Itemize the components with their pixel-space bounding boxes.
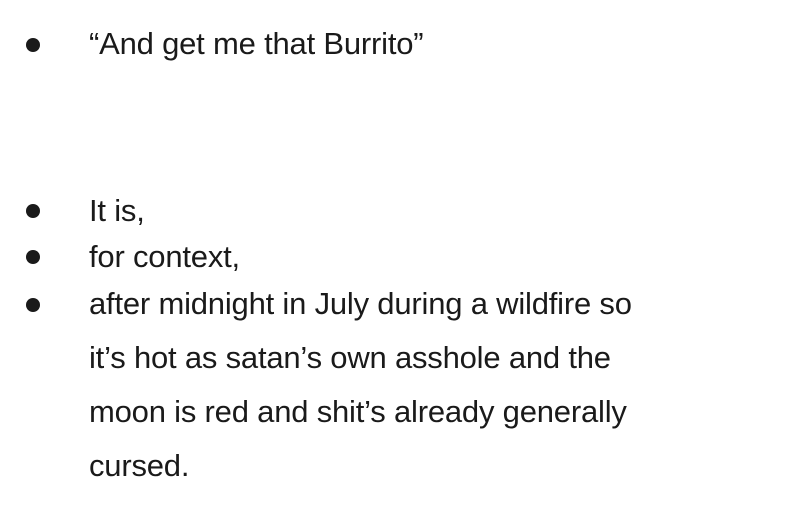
text-line: after midnight in July during a wildfire…	[89, 286, 632, 321]
bullet-dot	[26, 204, 40, 218]
bullet-dot	[26, 38, 40, 52]
text-line: it’s hot as satan’s own asshole and the	[89, 340, 611, 375]
list-item-text: for context,	[89, 239, 240, 274]
list-item: It is,	[0, 185, 800, 237]
list-item: “And get me that Burrito”	[0, 18, 800, 70]
bullet-list-bottom: It is, for context, after midnight in Ju…	[0, 185, 800, 493]
bullet-dot	[26, 298, 40, 312]
list-item: after midnight in July during a wildfire…	[0, 277, 800, 493]
bullet-list-top: “And get me that Burrito”	[0, 18, 800, 70]
list-item-text: It is,	[89, 193, 145, 228]
bullet-dot	[26, 250, 40, 264]
list-item-text: “And get me that Burrito”	[89, 26, 424, 61]
list-item: for context,	[0, 231, 800, 283]
text-line: moon is red and shit’s already generally	[89, 394, 627, 429]
list-item-text-block: after midnight in July during a wildfire…	[89, 277, 789, 493]
document-page: “And get me that Burrito” It is, for con…	[0, 0, 800, 517]
text-line: cursed.	[89, 448, 190, 483]
